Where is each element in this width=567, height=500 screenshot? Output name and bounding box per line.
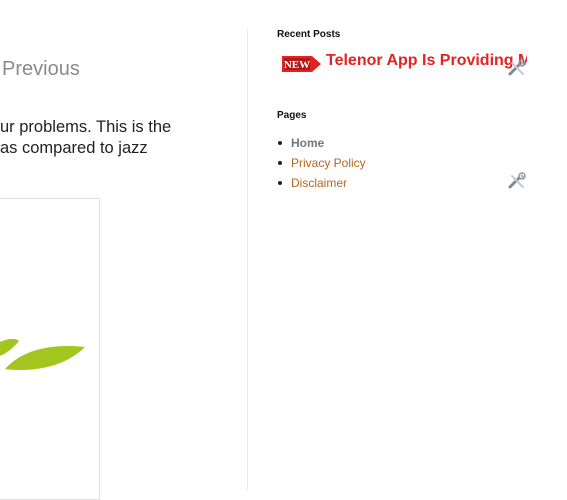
- post-excerpt: ur problems. This is the as compared to …: [0, 117, 240, 159]
- column-divider: [247, 28, 248, 490]
- page-link-privacy-policy[interactable]: Privacy Policy: [291, 156, 366, 170]
- new-badge-text: NEW: [284, 59, 310, 71]
- page-link-disclaimer[interactable]: Disclaimer: [291, 176, 347, 190]
- list-item: Disclaimer: [277, 173, 366, 193]
- excerpt-line-2: as compared to jazz: [0, 139, 148, 157]
- pages-list: Home Privacy Policy Disclaimer: [277, 133, 366, 193]
- tools-icon[interactable]: [507, 171, 527, 191]
- previous-post-link[interactable]: Previous: [2, 58, 80, 81]
- post-image-card: [0, 198, 100, 500]
- leaf-graphic: [0, 339, 85, 371]
- page-link-home[interactable]: Home: [291, 136, 324, 150]
- recent-post-ticker-link[interactable]: Telenor App Is Providing M: [326, 52, 527, 72]
- bullet: [278, 181, 282, 185]
- new-badge-icon: NEW: [282, 56, 321, 72]
- recent-posts-widget-title: Recent Posts: [277, 29, 341, 40]
- tools-icon[interactable]: [507, 58, 527, 78]
- bullet: [278, 161, 282, 165]
- pages-widget-title: Pages: [277, 110, 307, 121]
- list-item: Home: [277, 133, 366, 153]
- excerpt-line-1: ur problems. This is the: [0, 118, 172, 136]
- bullet: [278, 141, 282, 145]
- list-item: Privacy Policy: [277, 153, 366, 173]
